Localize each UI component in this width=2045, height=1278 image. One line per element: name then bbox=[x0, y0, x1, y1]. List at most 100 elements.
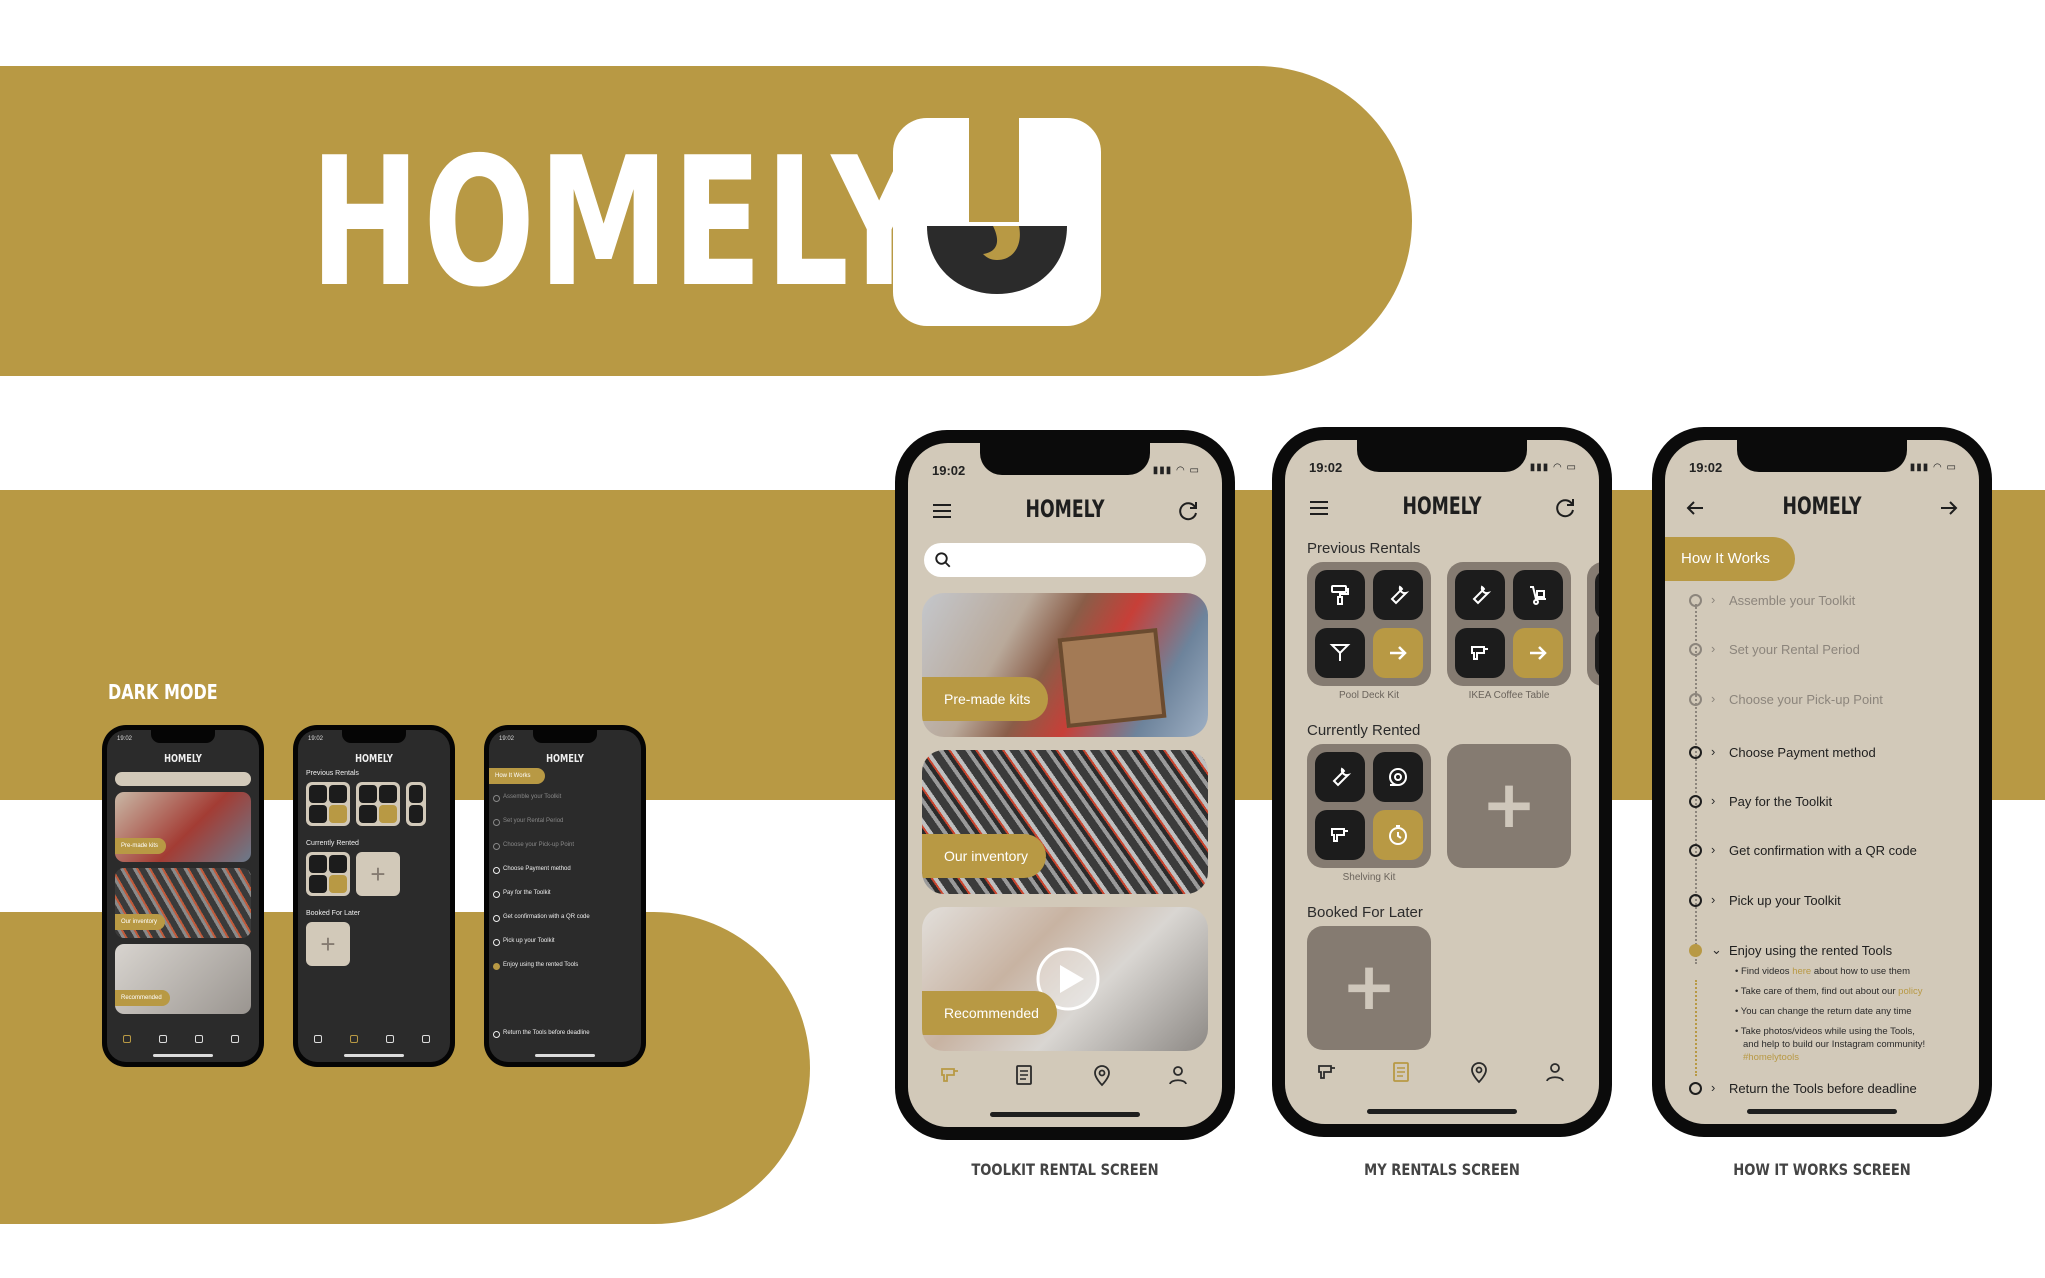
brand-title: HOMELY bbox=[310, 119, 930, 326]
kit-name: Shelving Kit bbox=[1342, 872, 1396, 883]
step-item[interactable]: Assemble your Toolkit bbox=[492, 794, 561, 802]
card-label: Pre-made kits bbox=[922, 677, 1049, 721]
inventory-card[interactable]: Our inventory bbox=[922, 750, 1208, 894]
status-icons: ▮▮▮ ◠ ▭ bbox=[1529, 462, 1577, 473]
kit-tile[interactable] bbox=[306, 782, 350, 826]
step-assemble-toolkit[interactable]: › Assemble your Toolkit bbox=[1689, 590, 1969, 612]
refresh-icon[interactable] bbox=[1553, 496, 1577, 520]
receipt-tab-icon[interactable] bbox=[1389, 1060, 1413, 1084]
step-return-tools[interactable]: › Return the Tools before deadline bbox=[1689, 1078, 1969, 1100]
toolbox-image bbox=[1057, 628, 1167, 728]
hand-truck-icon bbox=[1530, 586, 1546, 605]
kit-name: IKEA Coffee Table bbox=[1468, 690, 1550, 701]
status-time: 19:02 bbox=[1309, 460, 1343, 475]
kit-partial[interactable] bbox=[1587, 562, 1599, 686]
videos-link[interactable]: here bbox=[1792, 966, 1811, 977]
wrench-icon bbox=[1332, 767, 1352, 787]
step-pay-toolkit[interactable]: › Pay for the Toolkit bbox=[1689, 791, 1969, 813]
premade-kits-card[interactable]: Pre-made kits bbox=[115, 792, 251, 862]
kit-ikea-coffee-table[interactable] bbox=[1447, 562, 1571, 686]
phone-toolkit-rental: 19:02 ▮▮▮ ◠ ▭ HOMELY Pre-made kits Our i… bbox=[895, 430, 1235, 1140]
section-currently-rented: Currently Rented bbox=[1307, 722, 1421, 739]
status-time: 19:02 bbox=[117, 736, 133, 742]
profile-tab-icon[interactable] bbox=[1166, 1063, 1190, 1087]
kit-shelving[interactable] bbox=[1307, 744, 1431, 868]
add-booking-button[interactable]: + bbox=[306, 922, 350, 966]
step-item[interactable]: Set your Rental Period bbox=[492, 818, 563, 826]
caption-rentals: MY RENTALS SCREEN bbox=[1364, 1160, 1520, 1179]
search-input[interactable] bbox=[924, 543, 1206, 577]
card-label: Pre-made kits bbox=[115, 838, 167, 854]
add-rental-button[interactable]: + bbox=[1447, 744, 1571, 868]
status-time: 19:02 bbox=[499, 736, 515, 742]
timer-icon bbox=[1389, 825, 1407, 845]
drill-icon bbox=[1331, 828, 1348, 842]
status-time: 19:02 bbox=[308, 736, 324, 742]
step-item[interactable]: Enjoy using the rented Tools bbox=[492, 962, 578, 970]
menu-icon[interactable] bbox=[930, 499, 954, 523]
app-title: HOMELY bbox=[546, 752, 584, 765]
location-tab-icon[interactable] bbox=[1090, 1063, 1114, 1087]
app-title: HOMELY bbox=[1782, 492, 1862, 520]
detail-policy: • Take care of them, find out about our … bbox=[1735, 986, 1923, 997]
detail-return-date: • You can change the return date any tim… bbox=[1735, 1006, 1912, 1017]
inventory-card[interactable]: Our inventory bbox=[115, 868, 251, 938]
location-tab-icon[interactable] bbox=[1467, 1060, 1491, 1084]
kit-tile[interactable] bbox=[406, 782, 426, 826]
arrow-right-icon bbox=[1390, 646, 1407, 660]
step-item[interactable]: Return the Tools before deadline bbox=[493, 1030, 590, 1038]
paint-roller-icon bbox=[1331, 585, 1349, 605]
kit-pool-deck[interactable] bbox=[1307, 562, 1431, 686]
status-icons: ▮▮▮ ◠ ▭ bbox=[1152, 465, 1200, 476]
profile-tab-icon[interactable] bbox=[1543, 1060, 1567, 1084]
how-it-works-header: How It Works bbox=[1665, 537, 1795, 581]
step-pickup-point[interactable]: › Choose your Pick-up Point bbox=[1689, 689, 1969, 711]
refresh-icon[interactable] bbox=[1176, 499, 1200, 523]
status-icons: ▮▮▮ ◠ ▭ bbox=[1909, 462, 1957, 473]
plus-icon: + bbox=[1341, 948, 1397, 1025]
how-it-works-header: How It Works bbox=[489, 768, 545, 784]
kit-tile[interactable] bbox=[306, 852, 350, 896]
back-arrow-icon[interactable] bbox=[1683, 496, 1707, 520]
dark-phone-rentals: 19:02 HOMELY Previous Rentals Currently … bbox=[293, 725, 455, 1067]
recommended-card[interactable]: Recommended bbox=[115, 944, 251, 1014]
app-title: HOMELY bbox=[1402, 492, 1482, 520]
phone-how-it-works: 19:02 ▮▮▮ ◠ ▭ HOMELY How It Works › Assem… bbox=[1652, 427, 1992, 1137]
policy-link[interactable]: policy bbox=[1898, 986, 1922, 997]
add-rental-button[interactable]: + bbox=[356, 852, 400, 896]
forward-arrow-icon[interactable] bbox=[1937, 496, 1961, 520]
step-enjoy-tools[interactable]: ⌄ Enjoy using the rented Tools bbox=[1689, 940, 1969, 962]
step-item[interactable]: Pick up your Toolkit bbox=[493, 938, 555, 946]
detail-photos: • Take photos/videos while using the Too… bbox=[1735, 1026, 1915, 1037]
recommended-card[interactable]: Recommended bbox=[922, 907, 1208, 1051]
menu-icon[interactable] bbox=[1307, 496, 1331, 520]
kit-tile[interactable] bbox=[356, 782, 400, 826]
step-item[interactable]: Get confirmation with a QR code bbox=[493, 914, 590, 922]
card-label: Our inventory bbox=[115, 914, 166, 930]
section-booked-for-later: Booked For Later bbox=[1307, 904, 1423, 921]
dark-mode-label: DARK MODE bbox=[108, 680, 218, 704]
drill-icon bbox=[1471, 646, 1488, 660]
phone-my-rentals: 19:02 ▮▮▮ ◠ ▭ HOMELY Previous Rentals Po… bbox=[1272, 427, 1612, 1137]
status-time: 19:02 bbox=[1689, 460, 1723, 475]
drill-tab-icon[interactable] bbox=[1315, 1060, 1339, 1084]
step-rental-period[interactable]: › Set your Rental Period bbox=[1689, 639, 1969, 661]
caption-toolkit: TOOLKIT RENTAL SCREEN bbox=[971, 1160, 1159, 1179]
drill-tab-icon[interactable] bbox=[938, 1063, 962, 1087]
kit-name: Pool Deck Kit bbox=[1338, 690, 1400, 701]
section-booked-for-later: Booked For Later bbox=[306, 910, 361, 917]
step-item[interactable]: Choose Payment method bbox=[493, 866, 571, 874]
search-input[interactable] bbox=[115, 772, 251, 786]
step-qr-confirmation[interactable]: › Get confirmation with a QR code bbox=[1689, 840, 1969, 862]
step-payment-method[interactable]: › Choose Payment method bbox=[1689, 742, 1969, 764]
caption-how: HOW IT WORKS SCREEN bbox=[1733, 1160, 1911, 1179]
step-item[interactable]: Pay for the Toolkit bbox=[493, 890, 551, 898]
wrench-icon bbox=[1472, 585, 1492, 605]
section-previous-rentals: Previous Rentals bbox=[306, 770, 359, 777]
premade-kits-card[interactable]: Pre-made kits bbox=[922, 593, 1208, 737]
add-booking-button[interactable]: + bbox=[1307, 926, 1431, 1050]
arrow-right-icon bbox=[1530, 646, 1547, 660]
step-pickup-toolkit[interactable]: › Pick up your Toolkit bbox=[1689, 890, 1969, 912]
step-item[interactable]: Choose your Pick-up Point bbox=[492, 842, 574, 850]
receipt-tab-icon[interactable] bbox=[1012, 1063, 1036, 1087]
